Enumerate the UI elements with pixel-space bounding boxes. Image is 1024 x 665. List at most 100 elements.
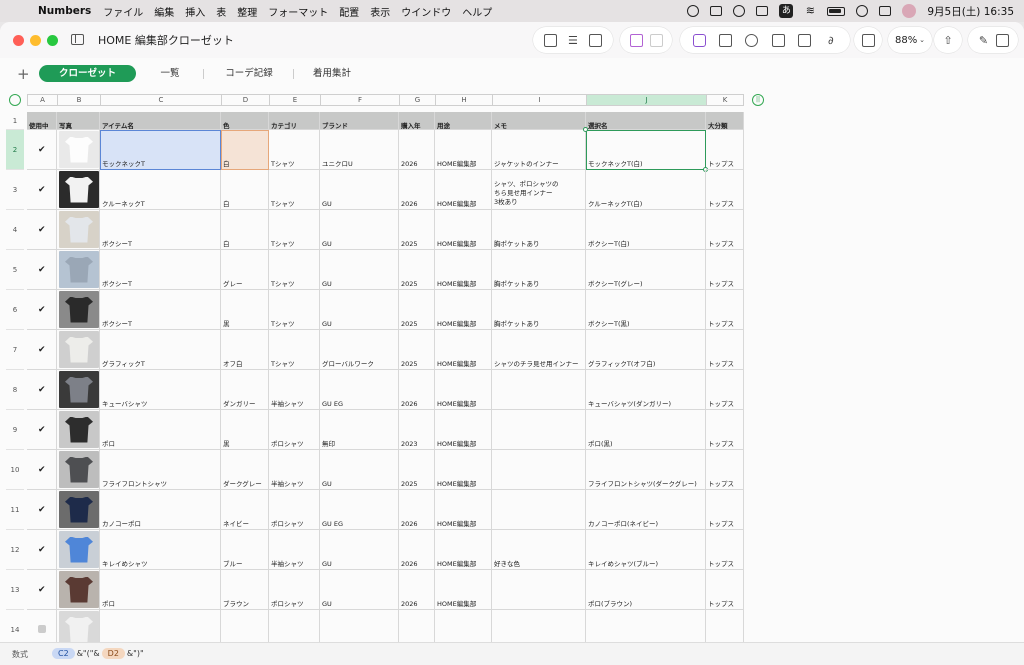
cell-in-use[interactable]: ✔ bbox=[27, 210, 57, 250]
shape-icon[interactable] bbox=[797, 33, 811, 47]
comment-icon[interactable] bbox=[861, 33, 875, 47]
cell-category[interactable] bbox=[269, 610, 320, 642]
cell-brand[interactable]: GU bbox=[320, 170, 399, 210]
cell-use[interactable]: HOME編集部 bbox=[435, 490, 492, 530]
in-use-checkbox[interactable]: ✔ bbox=[38, 385, 46, 395]
row-header[interactable]: 5 bbox=[6, 250, 24, 290]
cell-brand[interactable]: GU bbox=[320, 250, 399, 290]
cell-select-name[interactable]: キレイめシャツ(ブルー) bbox=[586, 530, 706, 570]
cell-item-name[interactable]: ボクシーT bbox=[100, 290, 221, 330]
cell-in-use[interactable]: ✔ bbox=[27, 290, 57, 330]
select-table-handle[interactable] bbox=[9, 94, 21, 106]
cell-in-use[interactable]: ✔ bbox=[27, 410, 57, 450]
cell-use[interactable]: HOME編集部 bbox=[435, 410, 492, 450]
shirt-photo[interactable] bbox=[59, 571, 99, 608]
cell-use[interactable]: HOME編集部 bbox=[435, 530, 492, 570]
cell-select-name[interactable]: フライフロントシャツ(ダークグレー) bbox=[586, 450, 706, 490]
cell-in-use[interactable]: ✔ bbox=[27, 450, 57, 490]
column-resize-handle[interactable]: || bbox=[752, 94, 764, 106]
cell-use[interactable]: HOME編集部 bbox=[435, 370, 492, 410]
header-cell-category[interactable]: カテゴリ bbox=[269, 112, 320, 130]
cell-in-use[interactable]: ✔ bbox=[27, 170, 57, 210]
header-cell-year[interactable]: 購入年 bbox=[399, 112, 435, 130]
row-header[interactable]: 11 bbox=[6, 490, 24, 530]
shirt-photo[interactable] bbox=[59, 331, 99, 368]
menu-table[interactable]: 表 bbox=[216, 4, 226, 19]
shirt-photo[interactable] bbox=[59, 251, 99, 288]
row-header[interactable]: 9 bbox=[6, 410, 24, 450]
cell-year[interactable]: 2025 bbox=[399, 450, 435, 490]
header-cell-use[interactable]: 用途 bbox=[435, 112, 492, 130]
text-icon[interactable] bbox=[771, 33, 785, 47]
shirt-photo[interactable] bbox=[59, 131, 99, 168]
cell-memo[interactable]: 胸ポケットあり bbox=[492, 250, 586, 290]
cell-photo[interactable] bbox=[57, 130, 100, 170]
cell-major[interactable]: トップス bbox=[706, 250, 744, 290]
cell-color[interactable]: 黒 bbox=[221, 290, 269, 330]
cell-category[interactable]: ポロシャツ bbox=[269, 570, 320, 610]
cell-memo[interactable] bbox=[492, 410, 586, 450]
column-header-e[interactable]: E bbox=[269, 94, 320, 106]
menu-file[interactable]: ファイル bbox=[103, 4, 143, 19]
cell-year[interactable]: 2023 bbox=[399, 410, 435, 450]
in-use-checkbox[interactable]: ✔ bbox=[38, 185, 46, 195]
cell-category[interactable]: ポロシャツ bbox=[269, 490, 320, 530]
cell-use[interactable]: HOME編集部 bbox=[435, 210, 492, 250]
cell-color[interactable]: ブラウン bbox=[221, 570, 269, 610]
cell-select-name[interactable]: モックネックT(白) bbox=[583, 127, 708, 172]
header-cell-select-name[interactable]: 選択名 bbox=[586, 112, 706, 130]
shirt-photo[interactable] bbox=[59, 171, 99, 208]
shirt-photo[interactable] bbox=[59, 451, 99, 488]
cell-in-use[interactable]: ✔ bbox=[27, 530, 57, 570]
shirt-photo[interactable] bbox=[59, 291, 99, 328]
cell-photo[interactable] bbox=[57, 610, 100, 642]
cell-in-use[interactable] bbox=[27, 610, 57, 642]
cell-memo[interactable]: シャツのチラ見せ用インナー bbox=[492, 330, 586, 370]
menu-arrange[interactable]: 整理 bbox=[237, 4, 257, 19]
menu-insert[interactable]: 挿入 bbox=[185, 4, 205, 19]
cell-photo[interactable] bbox=[57, 290, 100, 330]
row-header[interactable]: 12 bbox=[6, 530, 24, 570]
cell-color[interactable]: ダンガリー bbox=[221, 370, 269, 410]
cell-category[interactable]: Tシャツ bbox=[269, 330, 320, 370]
header-cell-memo[interactable]: メモ bbox=[492, 112, 586, 130]
tab-wear-summary[interactable]: 着用集計 bbox=[303, 65, 361, 82]
column-header-k[interactable]: K bbox=[706, 94, 744, 106]
cell-photo[interactable] bbox=[57, 490, 100, 530]
cell-color[interactable]: ネイビー bbox=[221, 490, 269, 530]
cell-category[interactable]: Tシャツ bbox=[269, 170, 320, 210]
cell-color[interactable]: ダークグレー bbox=[221, 450, 269, 490]
cell-item-name[interactable]: フライフロントシャツ bbox=[100, 450, 221, 490]
cell-major[interactable]: トップス bbox=[706, 530, 744, 570]
cell-use[interactable]: HOME編集部 bbox=[435, 170, 492, 210]
cell-year[interactable]: 2026 bbox=[399, 490, 435, 530]
header-cell-photo[interactable]: 写真 bbox=[57, 112, 100, 130]
cell-item-name[interactable]: ポロ bbox=[100, 410, 221, 450]
wifi-icon[interactable]: ≋ bbox=[804, 5, 816, 17]
cell-color[interactable]: オフ白 bbox=[221, 330, 269, 370]
cell-memo[interactable]: 好きな色 bbox=[492, 530, 586, 570]
column-header-d[interactable]: D bbox=[221, 94, 269, 106]
cell-photo[interactable] bbox=[57, 450, 100, 490]
cell-memo[interactable] bbox=[492, 450, 586, 490]
cell-item-name[interactable]: モックネックT bbox=[100, 130, 221, 170]
cell-memo[interactable]: ジャケットのインナー bbox=[492, 130, 586, 170]
cell-memo[interactable]: シャツ、ポロシャツの ちら見せ用インナー 3枚あり bbox=[492, 170, 586, 210]
cell-major[interactable]: トップス bbox=[706, 330, 744, 370]
cell-select-name[interactable]: カノコーポロ(ネイビー) bbox=[586, 490, 706, 530]
cell-photo[interactable] bbox=[57, 170, 100, 210]
cell-select-name[interactable]: クルーネックT(白) bbox=[586, 170, 706, 210]
shirt-photo[interactable] bbox=[59, 371, 99, 408]
cell-select-name[interactable]: ボクシーT(黒) bbox=[586, 290, 706, 330]
cell-in-use[interactable]: ✔ bbox=[27, 490, 57, 530]
column-header-f[interactable]: F bbox=[320, 94, 399, 106]
cell-category[interactable]: 半袖シャツ bbox=[269, 530, 320, 570]
cell-brand[interactable]: GU bbox=[320, 210, 399, 250]
insert-media-icon[interactable] bbox=[629, 33, 643, 47]
cell-color[interactable]: ブルー bbox=[221, 530, 269, 570]
in-use-checkbox[interactable]: ✔ bbox=[38, 505, 46, 515]
cell-category[interactable]: 半袖シャツ bbox=[269, 370, 320, 410]
cell-color[interactable] bbox=[221, 610, 269, 642]
cell-item-name[interactable]: キレイめシャツ bbox=[100, 530, 221, 570]
header-cell-major[interactable]: 大分類 bbox=[706, 112, 744, 130]
